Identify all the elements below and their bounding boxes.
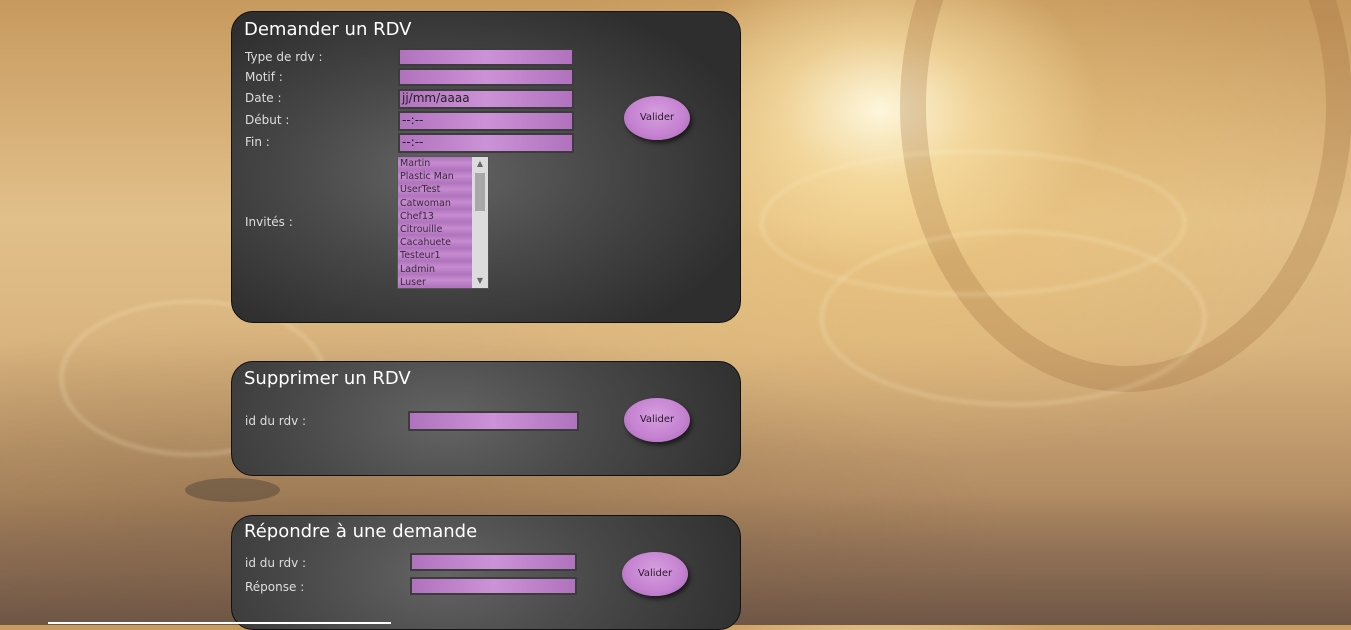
type-label: Type de rdv : — [245, 50, 323, 64]
list-item[interactable]: Plastic Man — [398, 170, 472, 183]
invites-list: Martin Plastic Man UserTest Catwoman Che… — [398, 157, 472, 288]
respond-id-input[interactable] — [410, 553, 577, 571]
scrollbar-thumb[interactable] — [475, 173, 485, 211]
list-item[interactable]: Citrouille — [398, 223, 472, 236]
respond-submit-button[interactable]: Valider — [622, 552, 688, 596]
fin-time-input[interactable]: --:-- — [398, 133, 574, 153]
invites-label: Invités : — [245, 215, 293, 229]
background-rock — [185, 478, 280, 502]
id-label: id du rdv : — [245, 556, 307, 570]
background-swirl — [820, 230, 1206, 406]
reponse-input[interactable] — [410, 577, 577, 595]
motif-label: Motif : — [245, 70, 283, 84]
reponse-label: Réponse : — [245, 580, 305, 594]
date-input[interactable]: jj/mm/aaaa — [398, 89, 574, 109]
list-item[interactable]: Luser — [398, 276, 472, 288]
request-submit-button[interactable]: Valider — [624, 96, 690, 140]
type-input[interactable] — [398, 48, 574, 66]
scroll-down-arrow-icon[interactable]: ▼ — [472, 274, 488, 288]
delete-appointment-panel: Supprimer un RDV id du rdv : Valider — [231, 361, 741, 476]
list-item[interactable]: Cacahuete — [398, 236, 472, 249]
list-item[interactable]: Martin — [398, 157, 472, 170]
list-item[interactable]: Testeur1 — [398, 249, 472, 262]
divider — [48, 622, 391, 624]
fin-label: Fin : — [245, 135, 270, 149]
list-item[interactable]: UserTest — [398, 183, 472, 196]
date-label: Date : — [245, 91, 282, 105]
debut-time-input[interactable]: --:-- — [398, 111, 574, 131]
scroll-up-arrow-icon[interactable]: ▲ — [472, 157, 488, 171]
panel-title: Demander un RDV — [244, 19, 412, 40]
list-item[interactable]: Chef13 — [398, 210, 472, 223]
delete-submit-button[interactable]: Valider — [624, 398, 690, 442]
motif-input[interactable] — [398, 68, 574, 86]
delete-id-input[interactable] — [408, 411, 579, 431]
list-item[interactable]: Catwoman — [398, 197, 472, 210]
respond-request-panel: Répondre à une demande id du rdv : Répon… — [231, 515, 741, 630]
panel-title: Répondre à une demande — [244, 521, 478, 542]
id-label: id du rdv : — [245, 414, 307, 428]
request-appointment-panel: Demander un RDV Type de rdv : Motif : Da… — [231, 11, 741, 323]
invites-listbox[interactable]: Martin Plastic Man UserTest Catwoman Che… — [397, 156, 489, 289]
listbox-scrollbar[interactable]: ▲ ▼ — [472, 157, 488, 288]
debut-label: Début : — [245, 113, 290, 127]
list-item[interactable]: Ladmin — [398, 263, 472, 276]
panel-title: Supprimer un RDV — [244, 368, 411, 389]
